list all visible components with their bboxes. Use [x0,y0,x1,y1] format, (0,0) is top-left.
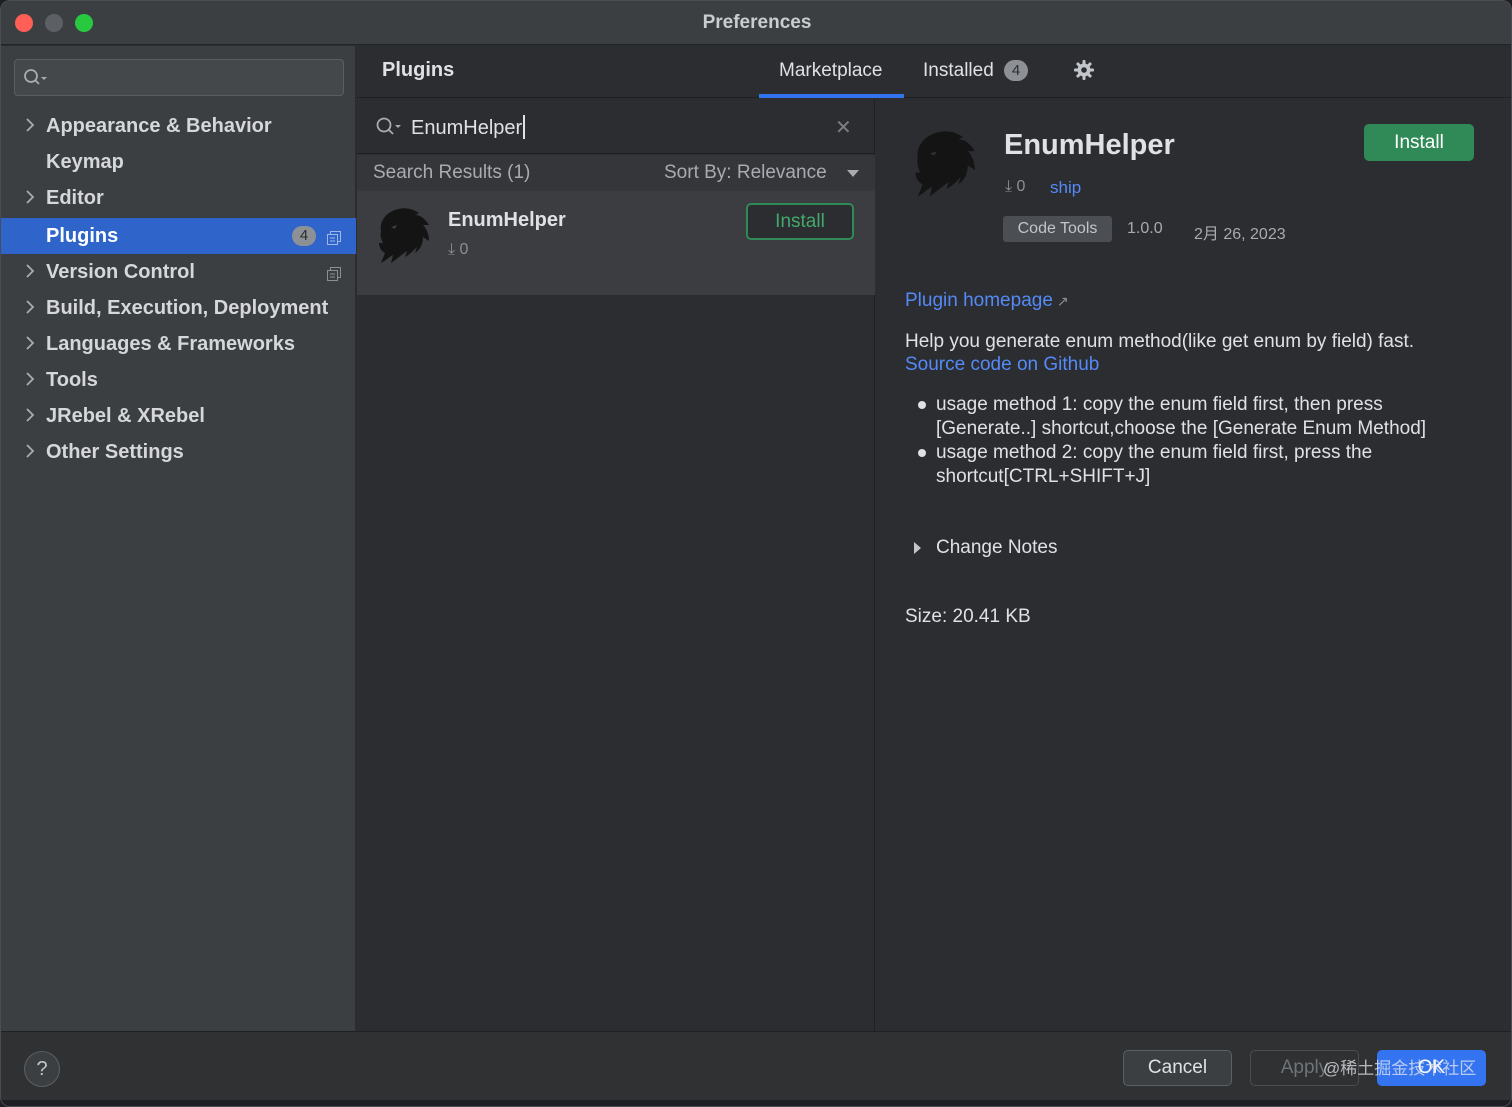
sidebar-item-label: Plugins [46,225,119,247]
download-count: ⤓ 0 [1005,178,1026,195]
window-title: Preferences [702,12,812,33]
list-item: usage method 2: copy the enum field firs… [916,441,1476,489]
plugin-description: Help you generate enum method(like get e… [905,331,1415,352]
settings-search-input[interactable] [14,59,344,96]
project-settings-icon [327,228,341,245]
sidebar-item-jrebel-xrebel[interactable]: JRebel & XRebel [1,398,356,434]
plugin-name: EnumHelper [448,209,566,231]
sidebar-item-label: Version Control [46,261,195,283]
plugin-logo [371,203,435,272]
chevron-right-icon [23,298,37,316]
search-icon [375,116,403,141]
sidebar-item-label: Keymap [46,151,124,173]
sidebar-item-build-execution-deployment[interactable]: Build, Execution, Deployment [1,290,356,326]
dialog-footer: ? Cancel Apply OK @稀土掘金技术社区 [1,1031,1511,1106]
plugin-title: EnumHelper [1004,129,1175,161]
cancel-button[interactable]: Cancel [1123,1050,1232,1086]
gear-icon[interactable] [1073,59,1095,86]
project-settings-icon [327,264,341,281]
list-item: usage method 1: copy the enum field firs… [916,393,1476,441]
usage-list: usage method 1: copy the enum field firs… [916,393,1476,489]
chevron-right-icon [23,262,37,280]
sidebar-item-languages-frameworks[interactable]: Languages & Frameworks [1,326,356,362]
chevron-right-icon [23,370,37,388]
title-bar: Preferences [1,1,1511,45]
sidebar-item-version-control[interactable]: Version Control [1,254,356,290]
tab-marketplace[interactable]: Marketplace [779,60,883,82]
download-count: ⤓ 0 [448,241,469,258]
download-icon: ⤓ [1005,178,1013,195]
clear-search-icon[interactable]: ✕ [835,115,852,140]
release-date: 2月 26, 2023 [1194,226,1286,243]
chevron-right-icon [23,406,37,424]
chevron-right-icon [23,334,37,352]
category-tag[interactable]: Code Tools [1003,216,1112,242]
watermark: @稀土掘金技术社区 [1323,1059,1477,1078]
results-bar: Search Results (1) Sort By: Relevance [357,155,875,191]
plugin-detail-panel: EnumHelper ⤓ 0 ship Install Code Tools 1… [876,99,1511,1031]
chevron-right-icon [23,188,37,206]
sidebar-item-label: Tools [46,369,98,391]
sidebar-item-other-settings[interactable]: Other Settings [1,434,356,470]
marketplace-search-input[interactable]: EnumHelper ✕ [357,99,875,154]
plugin-version: 1.0.0 [1127,220,1163,237]
page-title: Plugins [382,59,455,81]
sidebar-item-appearance-behavior[interactable]: Appearance & Behavior [1,108,356,144]
search-icon [23,68,49,93]
selected-tab-indicator [759,94,904,98]
chevron-right-icon [23,116,37,134]
sidebar-item-label: Other Settings [46,441,184,463]
plugins-header: Plugins Marketplace Installed 4 [357,46,1511,98]
sidebar-item-label: JRebel & XRebel [46,405,205,427]
ide-tool-strip [1,1100,1511,1106]
help-button[interactable]: ? [24,1051,60,1087]
preferences-window: Preferences Appearance & Behavior Keymap… [0,0,1512,1107]
plugin-homepage-link[interactable]: Plugin homepage ↗ [905,290,1069,312]
sidebar-item-tools[interactable]: Tools [1,362,356,398]
results-count: Search Results (1) [373,162,531,183]
source-code-link[interactable]: Source code on Github [905,354,1099,376]
sidebar-item-plugins[interactable]: Plugins 4 [1,218,356,254]
sidebar-item-editor[interactable]: Editor [1,180,356,216]
download-icon: ⤓ [448,241,456,258]
sidebar-item-label: Build, Execution, Deployment [46,297,329,319]
install-button[interactable]: Install [1364,124,1474,161]
chevron-right-icon [23,442,37,460]
vendor-link[interactable]: ship [1050,178,1081,198]
settings-sidebar: Appearance & Behavior Keymap Editor Plug… [1,46,356,1031]
search-query: EnumHelper [411,115,526,140]
plugin-list-item[interactable]: EnumHelper ⤓ 0 Install [357,191,875,295]
install-button[interactable]: Install [746,203,854,240]
sidebar-item-label: Editor [46,187,104,209]
triangle-right-icon [914,542,921,554]
plugin-logo [906,123,982,208]
external-link-icon: ↗ [1056,293,1069,309]
sidebar-item-label: Languages & Frameworks [46,333,295,355]
plugin-size: Size: 20.41 KB [905,606,1031,627]
sort-by-dropdown[interactable]: Sort By: Relevance [664,162,827,184]
installed-count-badge: 4 [1004,60,1028,81]
chevron-down-icon [847,170,859,177]
sidebar-item-label: Appearance & Behavior [46,115,272,137]
tab-installed[interactable]: Installed [923,60,994,82]
sidebar-item-keymap[interactable]: Keymap [1,144,356,180]
plugins-update-badge: 4 [292,226,316,246]
plugin-list-panel: EnumHelper ✕ Search Results (1) Sort By:… [357,99,875,1031]
